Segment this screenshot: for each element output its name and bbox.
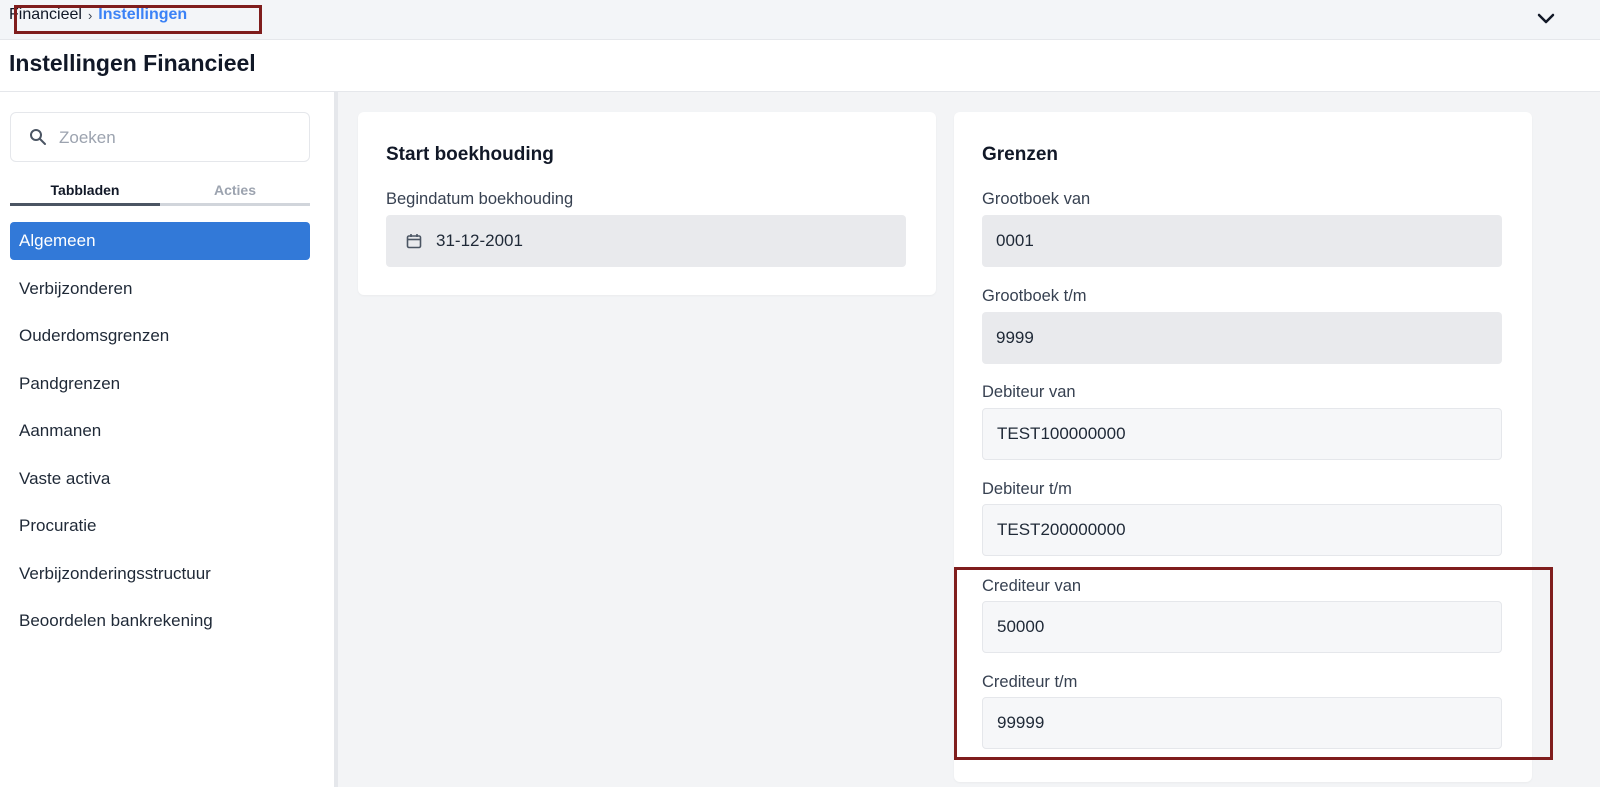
title-bar: Instellingen Financieel xyxy=(0,40,1600,92)
breadcrumb-separator: › xyxy=(87,7,93,23)
start-boekhouding-card: Start boekhouding Begindatum boekhouding… xyxy=(358,112,936,295)
sidebar-item-ouderdomsgrenzen[interactable]: Ouderdomsgrenzen xyxy=(10,317,310,355)
breadcrumb-parent[interactable]: Financieel xyxy=(9,6,82,24)
debiteur-van-field[interactable]: TEST100000000 xyxy=(982,408,1502,460)
sidebar-nav: Algemeen Verbijzonderen Ouderdomsgrenzen… xyxy=(10,222,310,650)
search-input[interactable] xyxy=(59,125,299,151)
grenzen-title: Grenzen xyxy=(982,144,1059,165)
sidebar-item-aanmanen[interactable]: Aanmanen xyxy=(10,412,310,450)
sidebar-tabs: Tabbladen Acties xyxy=(10,180,310,206)
debiteur-van-label: Debiteur van xyxy=(982,383,1076,401)
sidebar-item-verbijzonderen[interactable]: Verbijzonderen xyxy=(10,270,310,308)
crediteur-tm-field[interactable]: 99999 xyxy=(982,697,1502,749)
sidebar-item-algemeen[interactable]: Algemeen xyxy=(10,222,310,260)
grootboek-van-label: Grootboek van xyxy=(982,190,1091,208)
calendar-icon xyxy=(406,234,422,249)
crediteur-van-field[interactable]: 50000 xyxy=(982,601,1502,653)
grenzen-card: Grenzen Grootboek van 0001 Grootboek t/m… xyxy=(954,112,1532,782)
breadcrumb-current[interactable]: Instellingen xyxy=(98,6,187,24)
grootboek-tm-label: Grootboek t/m xyxy=(982,287,1087,305)
grootboek-tm-value: 9999 xyxy=(996,328,1034,347)
tab-tabbladen[interactable]: Tabbladen xyxy=(10,180,160,206)
debiteur-tm-label: Debiteur t/m xyxy=(982,480,1072,498)
sidebar: Tabbladen Acties Algemeen Verbijzonderen… xyxy=(0,92,338,787)
sidebar-item-vaste-activa[interactable]: Vaste activa xyxy=(10,460,310,498)
begindatum-label: Begindatum boekhouding xyxy=(386,190,574,208)
chevron-down-icon[interactable] xyxy=(1534,6,1558,30)
top-bar: Financieel › Instellingen xyxy=(0,0,1600,40)
sidebar-item-pandgrenzen[interactable]: Pandgrenzen xyxy=(10,365,310,403)
start-boekhouding-title: Start boekhouding xyxy=(386,144,554,165)
begindatum-field[interactable]: 31-12-2001 xyxy=(386,215,906,267)
sidebar-item-procuratie[interactable]: Procuratie xyxy=(10,507,310,545)
debiteur-van-value: TEST100000000 xyxy=(997,424,1126,443)
sidebar-item-verbijzonderingsstructuur[interactable]: Verbijzonderingsstructuur xyxy=(10,555,310,593)
page-title: Instellingen Financieel xyxy=(9,50,256,76)
debiteur-tm-value: TEST200000000 xyxy=(997,520,1126,539)
grootboek-van-field[interactable]: 0001 xyxy=(982,215,1502,267)
grootboek-tm-field[interactable]: 9999 xyxy=(982,312,1502,364)
crediteur-van-value: 50000 xyxy=(997,617,1045,636)
grootboek-van-value: 0001 xyxy=(996,231,1034,250)
crediteur-tm-value: 99999 xyxy=(997,713,1045,732)
tab-acties[interactable]: Acties xyxy=(160,180,310,203)
sidebar-item-beoordelen-bankrekening[interactable]: Beoordelen bankrekening xyxy=(10,602,310,640)
search-box[interactable] xyxy=(10,112,310,162)
breadcrumb: Financieel › Instellingen xyxy=(9,6,187,24)
search-icon xyxy=(30,129,46,145)
begindatum-value: 31-12-2001 xyxy=(436,231,523,250)
crediteur-van-label: Crediteur van xyxy=(982,577,1082,595)
debiteur-tm-field[interactable]: TEST200000000 xyxy=(982,504,1502,556)
crediteur-tm-label: Crediteur t/m xyxy=(982,673,1078,691)
